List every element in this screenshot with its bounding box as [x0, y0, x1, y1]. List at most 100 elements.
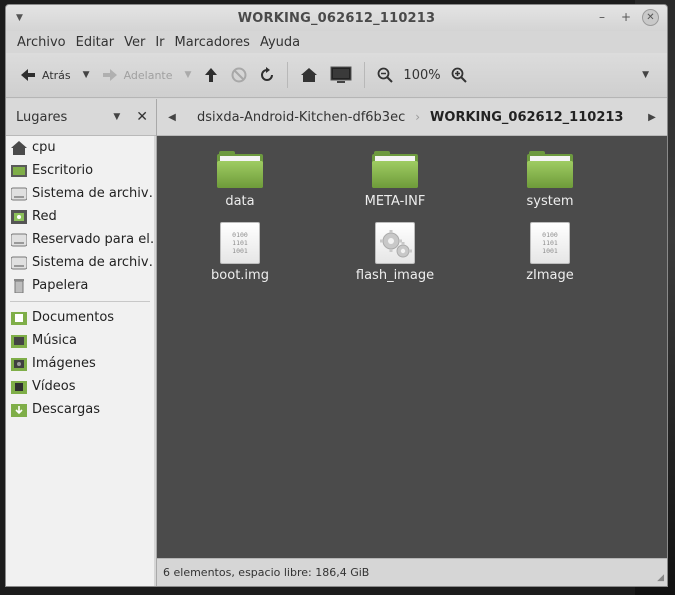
folder-icon [217, 151, 263, 188]
menu-ir[interactable]: Ir [150, 35, 169, 50]
back-history-dropdown[interactable]: ▼ [77, 70, 96, 80]
file-name: zImage [526, 268, 574, 283]
sidebar: Lugares ▼ ✕ cpu Escritorio Sistema de ar… [6, 99, 157, 586]
file-name: flash_image [355, 268, 435, 283]
sidebar-item-escritorio[interactable]: Escritorio [6, 159, 154, 182]
sidebar-item-cpu[interactable]: cpu [6, 136, 154, 159]
sidebar-item-label: cpu [32, 140, 56, 155]
status-bar: 6 elementos, espacio libre: 186,4 GiB ◢ [157, 558, 667, 586]
file-item-data[interactable]: data [185, 151, 295, 209]
window-menu-icon[interactable]: ▼ [16, 13, 23, 23]
file-item-meta-inf[interactable]: META-INF [340, 151, 450, 209]
sidebar-item-label: Documentos [32, 310, 115, 325]
toolbar-separator [364, 62, 366, 88]
reload-icon [261, 67, 274, 81]
breadcrumb-parent[interactable]: dsixda-Android-Kitchen-df6b3ec [187, 110, 415, 125]
sidebar-item-label: Descargas [32, 402, 101, 417]
back-button[interactable]: Atrás [14, 60, 77, 90]
menu-editar[interactable]: Editar [71, 35, 120, 50]
sidebar-item-label: Sistema de archiv… [32, 255, 154, 270]
zoom-in-button[interactable] [445, 60, 473, 90]
menu-archivo[interactable]: Archivo [12, 35, 71, 50]
arrow-left-icon [21, 69, 35, 81]
sidebar-item-filesystem-1[interactable]: Sistema de archiv… [6, 182, 154, 205]
folder-icon [372, 151, 418, 188]
sidebar-close-icon[interactable]: ✕ [136, 109, 148, 125]
sidebar-item-reserved[interactable]: Reservado para el… [6, 228, 154, 251]
reload-button[interactable] [253, 60, 281, 90]
network-icon [11, 209, 27, 224]
main-pane: Lugares ▼ ✕ cpu Escritorio Sistema de ar… [6, 99, 667, 586]
sidebar-title[interactable]: Lugares [16, 110, 113, 125]
resize-grip-icon[interactable]: ◢ [657, 573, 664, 583]
path-scroll-right-icon[interactable]: ▶ [637, 112, 667, 123]
up-button[interactable] [197, 60, 225, 90]
file-name: META-INF [364, 194, 426, 209]
drive-icon [11, 256, 27, 269]
sidebar-item-label: Papelera [32, 278, 89, 293]
file-name: system [526, 194, 574, 209]
sidebar-mode-dropdown[interactable]: ▼ [113, 112, 120, 122]
home-icon [301, 68, 318, 82]
minimize-icon[interactable]: – [594, 9, 610, 25]
arrow-up-icon [205, 68, 218, 82]
title-bar[interactable]: ▼ WORKING_062612_110213 – + ✕ [6, 5, 667, 31]
sidebar-item-musica[interactable]: Música [6, 329, 154, 352]
close-icon[interactable]: ✕ [642, 9, 659, 26]
computer-icon [330, 66, 352, 83]
maximize-icon[interactable]: + [618, 9, 634, 25]
file-item-system[interactable]: system [495, 151, 605, 209]
drive-icon [11, 187, 27, 200]
zoom-in-icon [451, 67, 467, 83]
computer-button[interactable] [324, 60, 358, 90]
zoom-out-icon [378, 67, 394, 83]
music-folder-icon [11, 334, 27, 348]
sidebar-item-red[interactable]: Red [6, 205, 154, 228]
sidebar-header: Lugares ▼ ✕ [6, 99, 156, 136]
file-item-flash-image[interactable]: flash_image [340, 222, 450, 283]
forward-label: Adelante [123, 68, 173, 82]
sidebar-item-descargas[interactable]: Descargas [6, 398, 154, 421]
file-item-zimage[interactable]: 0100 1101 1001 zImage [495, 222, 605, 283]
file-item-boot-img[interactable]: 0100 1101 1001 boot.img [185, 222, 295, 283]
stop-button[interactable] [225, 60, 253, 90]
desktop-icon [11, 164, 27, 177]
trash-icon [14, 278, 24, 293]
forward-button[interactable]: Adelante [96, 60, 179, 90]
executable-gears-icon [375, 222, 415, 264]
home-button[interactable] [294, 60, 324, 90]
path-scroll-left-icon[interactable]: ◀ [157, 112, 187, 123]
sidebar-item-filesystem-2[interactable]: Sistema de archiv… [6, 251, 154, 274]
menu-bar: Archivo Editar Ver Ir Marcadores Ayuda [6, 31, 667, 53]
zoom-out-button[interactable] [371, 60, 399, 90]
menu-marcadores[interactable]: Marcadores [170, 35, 255, 50]
downloads-folder-icon [11, 403, 27, 417]
sidebar-item-papelera[interactable]: Papelera [6, 274, 154, 297]
sidebar-item-label: Red [32, 209, 57, 224]
view-options-dropdown[interactable]: ▼ [636, 70, 655, 80]
sidebar-separator [10, 301, 150, 302]
sidebar-item-label: Reservado para el… [32, 232, 154, 247]
sidebar-item-imagenes[interactable]: Imágenes [6, 352, 154, 375]
sidebar-item-label: Sistema de archiv… [32, 186, 154, 201]
arrow-right-icon [102, 69, 117, 81]
menu-ver[interactable]: Ver [119, 35, 150, 50]
file-name: boot.img [211, 268, 269, 283]
sidebar-item-label: Imágenes [32, 356, 96, 371]
file-manager-window: ▼ WORKING_062612_110213 – + ✕ Archivo Ed… [5, 4, 668, 587]
stop-icon [231, 67, 247, 83]
menu-ayuda[interactable]: Ayuda [255, 35, 305, 50]
breadcrumb-current[interactable]: WORKING_062612_110213 [420, 110, 633, 125]
sidebar-list: cpu Escritorio Sistema de archiv… Red Re… [6, 136, 154, 586]
pictures-folder-icon [11, 357, 27, 371]
folder-icon [527, 151, 573, 188]
forward-history-dropdown[interactable]: ▼ [179, 70, 198, 80]
videos-folder-icon [11, 380, 27, 394]
sidebar-item-label: Música [32, 333, 77, 348]
sidebar-item-label: Escritorio [32, 163, 94, 178]
back-label: Atrás [42, 68, 71, 82]
path-bar: ◀ dsixda-Android-Kitchen-df6b3ec › WORKI… [157, 99, 667, 136]
sidebar-item-videos[interactable]: Vídeos [6, 375, 154, 398]
sidebar-item-documentos[interactable]: Documentos [6, 306, 154, 329]
file-view[interactable]: data META-INF system 0100 1101 1001 boot.i… [157, 136, 667, 559]
